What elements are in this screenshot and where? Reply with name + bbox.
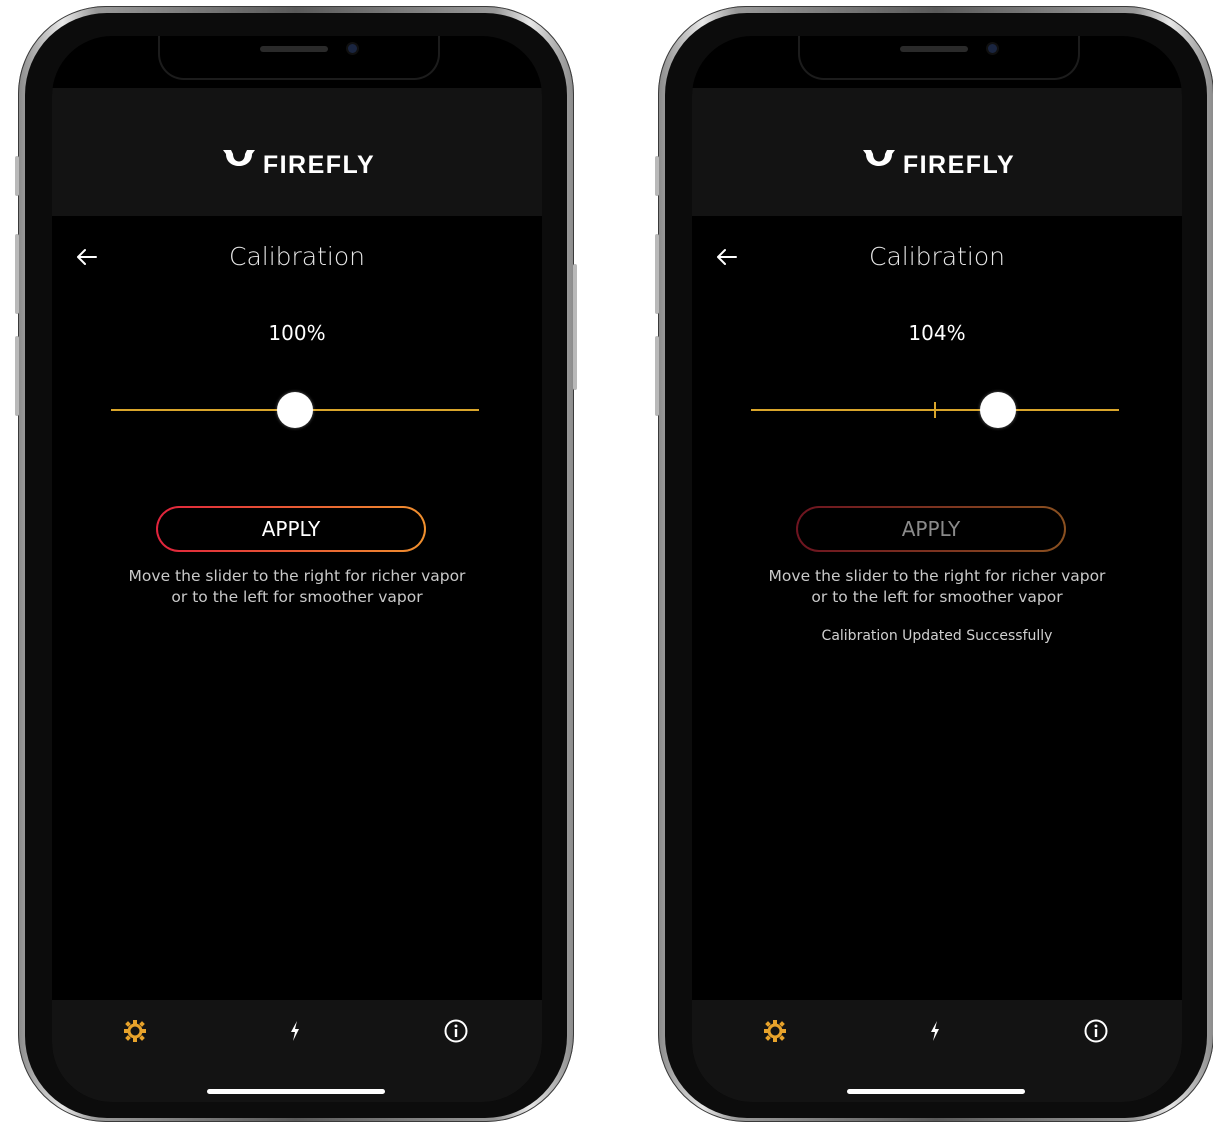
volume-up-button: [15, 234, 19, 314]
phone-mockup-left: FIREFLY Calibration 100% APPLY Move the …: [15, 6, 577, 1122]
bottom-tab-bar: [692, 1000, 1182, 1102]
bolt-icon: [931, 1021, 939, 1041]
calibration-slider[interactable]: [111, 390, 479, 430]
app-header: FIREFLY: [52, 88, 542, 216]
home-indicator[interactable]: [847, 1089, 1025, 1094]
hint-line-1: Move the slider to the right for richer …: [768, 567, 1106, 585]
gear-icon: [124, 1020, 146, 1042]
page-title: Calibration: [228, 242, 366, 271]
tab-settings[interactable]: [120, 1018, 150, 1048]
tab-info[interactable]: [1081, 1018, 1111, 1048]
calibration-value: 104%: [908, 321, 966, 345]
tab-power[interactable]: [920, 1018, 950, 1048]
notch: [798, 36, 1080, 80]
front-camera: [988, 44, 997, 53]
firefly-logo: FIREFLY: [692, 148, 1182, 185]
tab-info[interactable]: [441, 1018, 471, 1048]
volume-up-button: [655, 234, 659, 314]
tab-power[interactable]: [280, 1018, 310, 1048]
firefly-logo: FIREFLY: [52, 148, 542, 185]
slider-default-tick: [934, 402, 936, 418]
tab-settings[interactable]: [760, 1018, 790, 1048]
hint-line-1: Move the slider to the right for richer …: [128, 567, 466, 585]
app-screen: FIREFLY Calibration 100% APPLY Move the …: [52, 36, 542, 1102]
hint-line-2: or to the left for smoother vapor: [171, 588, 423, 606]
apply-button[interactable]: APPLY: [796, 506, 1066, 552]
brand-name: FIREFLY: [902, 151, 1016, 180]
hint-line-2: or to the left for smoother vapor: [811, 588, 1063, 606]
mute-switch: [655, 156, 659, 196]
apply-button[interactable]: APPLY: [156, 506, 426, 552]
bottom-tab-bar: [52, 1000, 542, 1102]
app-header: FIREFLY: [692, 88, 1182, 216]
info-icon: [1084, 1019, 1108, 1043]
home-indicator[interactable]: [207, 1089, 385, 1094]
phone-mockup-right: FIREFLY Calibration 104% APPLY Move the …: [655, 6, 1213, 1122]
firefly-logo-icon: [219, 146, 259, 183]
notch: [158, 36, 440, 80]
calibration-hint: Move the slider to the right for richer …: [52, 566, 542, 608]
bolt-icon: [291, 1021, 299, 1041]
slider-thumb[interactable]: [277, 392, 313, 428]
slider-thumb[interactable]: [979, 392, 1016, 428]
calibration-hint: Move the slider to the right for richer …: [692, 566, 1182, 608]
earpiece-speaker: [260, 46, 328, 52]
front-camera: [348, 44, 357, 53]
volume-down-button: [15, 336, 19, 416]
app-screen: FIREFLY Calibration 104% APPLY Move the …: [692, 36, 1182, 1102]
power-button: [573, 264, 577, 390]
brand-name: FIREFLY: [262, 151, 376, 180]
mute-switch: [15, 156, 19, 196]
success-message: Calibration Updated Successfully: [821, 628, 1053, 644]
gear-icon: [764, 1020, 786, 1042]
calibration-value: 100%: [268, 321, 326, 345]
earpiece-speaker: [900, 46, 968, 52]
firefly-logo-icon: [859, 146, 899, 183]
volume-down-button: [655, 336, 659, 416]
page-title: Calibration: [868, 242, 1006, 271]
calibration-slider[interactable]: [751, 390, 1119, 430]
info-icon: [444, 1019, 468, 1043]
